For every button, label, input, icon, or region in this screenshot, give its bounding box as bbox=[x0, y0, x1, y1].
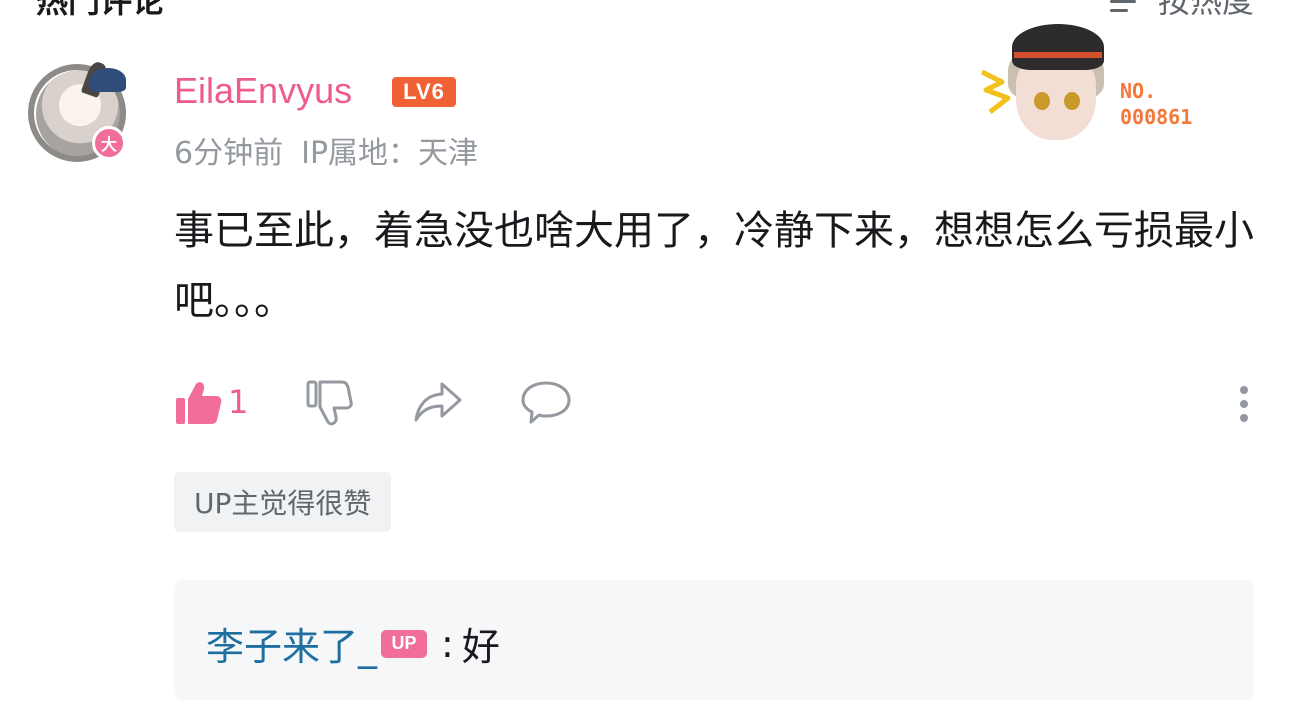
sort-icon bbox=[1109, 0, 1144, 12]
up-liked-tag: UP主觉得很赞 bbox=[174, 472, 392, 532]
fan-decoration-card[interactable]: NO. 000861 bbox=[972, 20, 1222, 140]
reply-text: 好 bbox=[461, 625, 500, 669]
level-badge: LV6 bbox=[392, 77, 456, 107]
comments-header: 热门评论 按热度 bbox=[0, 0, 1290, 20]
comment-bubble-icon bbox=[521, 381, 571, 424]
more-options-icon[interactable] bbox=[1234, 382, 1254, 426]
thumbs-down-icon bbox=[306, 380, 353, 426]
like-count: 1 bbox=[228, 383, 249, 421]
comment-actions: 1 bbox=[174, 378, 1254, 430]
comment-meta: 6分钟前 IP属地：天津 bbox=[174, 128, 478, 172]
comment-username[interactable]: EilaEnvyus bbox=[174, 70, 352, 112]
thumbs-up-icon bbox=[176, 382, 222, 424]
reply-username[interactable]: 李子来了_ bbox=[206, 616, 377, 671]
reply-preview[interactable]: 李子来了_ UP : 好 bbox=[174, 580, 1254, 700]
reply-colon: : bbox=[441, 621, 454, 666]
sort-toggle[interactable]: 按热度 bbox=[1109, 0, 1254, 22]
like-button[interactable]: 1 bbox=[174, 378, 248, 426]
dislike-button[interactable] bbox=[304, 378, 354, 428]
share-icon bbox=[414, 382, 462, 422]
section-title: 热门评论 bbox=[36, 0, 165, 20]
reply-button[interactable] bbox=[520, 378, 572, 426]
decoration-number: NO. 000861 bbox=[1120, 79, 1193, 129]
comment-text: 事已至此，着急没也啥大用了，冷静下来，想想怎么亏损最小吧。。。 bbox=[174, 208, 1254, 324]
comment-time: 6分钟前 bbox=[174, 136, 284, 171]
reply-item: 李子来了_ UP : 好 bbox=[206, 616, 500, 671]
ip-location: IP属地：天津 bbox=[301, 136, 479, 171]
avatar-vip-badge: 大 bbox=[92, 126, 126, 160]
share-button[interactable] bbox=[412, 378, 464, 426]
up-badge: UP bbox=[381, 629, 428, 658]
sort-label: 按热度 bbox=[1157, 0, 1254, 20]
